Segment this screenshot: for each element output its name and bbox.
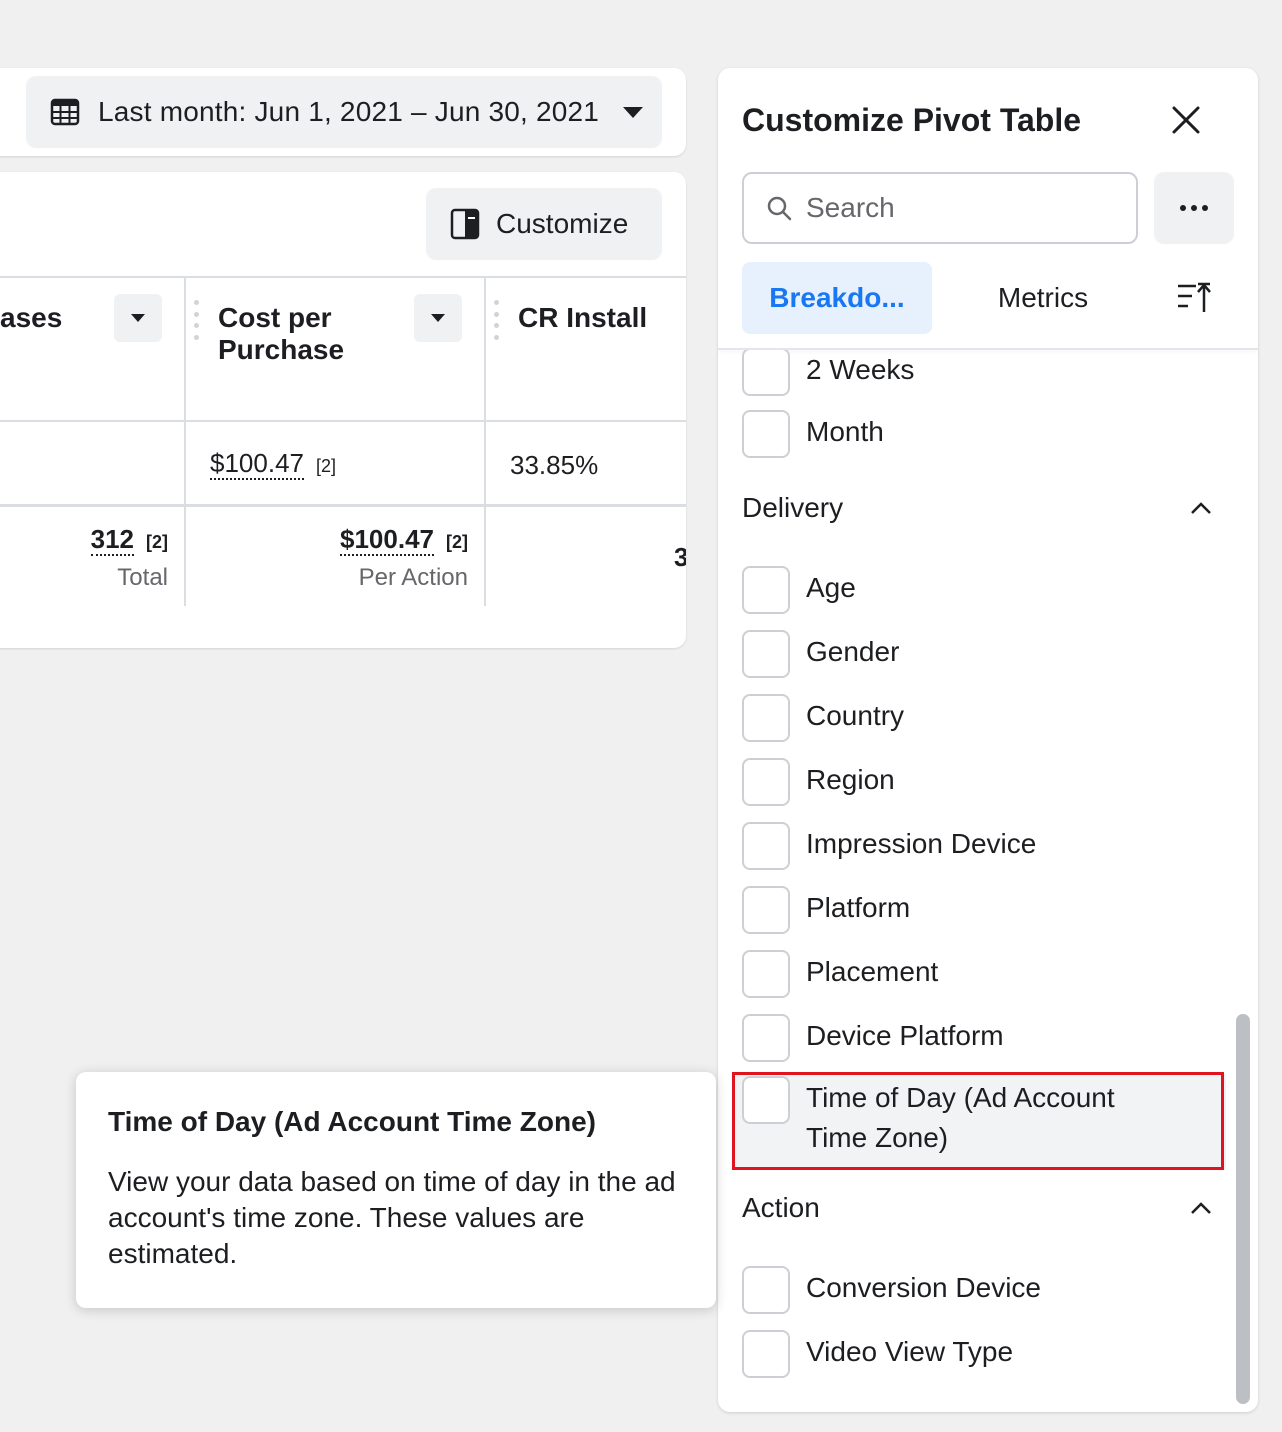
checkbox[interactable] <box>742 350 790 396</box>
option-label: Gender <box>806 636 900 667</box>
chevron-up-icon <box>1191 502 1211 514</box>
section-header-action[interactable]: Action <box>742 1192 1212 1224</box>
date-range-label: Last month: Jun 1, 2021 – Jun 30, 2021 <box>98 96 600 127</box>
option-label: Impression Device <box>806 828 1037 859</box>
date-range-card: Last month: Jun 1, 2021 – Jun 30, 2021 <box>0 68 686 156</box>
checkbox[interactable] <box>742 1014 790 1062</box>
option-label: Video View Type <box>806 1336 1014 1367</box>
option-label: 2 Weeks <box>806 354 915 385</box>
option-country[interactable]: Country <box>742 694 904 742</box>
checkbox[interactable] <box>742 1076 790 1124</box>
option-platform[interactable]: Platform <box>742 886 910 934</box>
column-menu-button-purchases[interactable] <box>114 294 162 342</box>
cost-total-reference-note: [2] <box>446 532 468 552</box>
option-label: Device Platform <box>806 1020 1004 1051</box>
column-header-cr-install[interactable]: CR Install <box>518 302 647 334</box>
search-input[interactable] <box>806 192 1106 224</box>
column-header-purchases[interactable]: ases <box>0 302 62 334</box>
header-bottom-divider <box>0 420 686 422</box>
columns-panel-icon <box>450 208 480 240</box>
checkbox[interactable] <box>742 822 790 870</box>
checkbox[interactable] <box>742 410 790 458</box>
search-icon <box>767 196 792 221</box>
tab-metrics[interactable]: Metrics <box>968 262 1118 334</box>
option-placement[interactable]: Placement <box>742 950 938 998</box>
checkbox[interactable] <box>742 1266 790 1314</box>
calendar-icon <box>50 98 80 126</box>
checkbox[interactable] <box>742 566 790 614</box>
breakdown-options-list: 2 Weeks Month Delivery Age Gender Countr… <box>718 350 1258 1412</box>
cr-install-value: 33.85% <box>510 450 599 480</box>
more-options-button[interactable] <box>1154 172 1234 244</box>
drag-handle-icon[interactable] <box>194 300 200 340</box>
option-month[interactable]: Month <box>742 410 884 458</box>
option-conversion-device[interactable]: Conversion Device <box>742 1266 1041 1314</box>
customize-label: Customize <box>496 208 629 239</box>
drag-handle-icon[interactable] <box>494 300 500 340</box>
customize-button[interactable]: Customize <box>426 188 662 260</box>
tab-breakdowns[interactable]: Breakdo... <box>742 262 932 334</box>
cost-per-purchase-cell: $100.47 [2] <box>210 448 336 480</box>
checkbox[interactable] <box>742 1330 790 1378</box>
tooltip-body: View your data based on time of day in t… <box>108 1166 676 1269</box>
section-header-delivery[interactable]: Delivery <box>742 492 1212 524</box>
tooltip-title: Time of Day (Ad Account Time Zone) <box>108 1106 596 1137</box>
close-icon[interactable] <box>1164 98 1208 142</box>
option-2-weeks[interactable]: 2 Weeks <box>742 350 914 396</box>
cost-total-caption: Per Action <box>358 564 468 591</box>
option-region[interactable]: Region <box>742 758 895 806</box>
option-label: Placement <box>806 956 939 987</box>
totals-divider <box>0 504 686 507</box>
search-field <box>742 172 1138 244</box>
option-label: Country <box>806 700 905 731</box>
option-age[interactable]: Age <box>742 566 856 614</box>
panel-title: Customize Pivot Table <box>742 102 1082 138</box>
header-top-divider <box>0 276 686 278</box>
checkbox[interactable] <box>742 950 790 998</box>
checkbox[interactable] <box>742 758 790 806</box>
purchases-total-value[interactable]: 312 <box>90 524 134 556</box>
option-label: Platform <box>806 892 911 923</box>
date-range-picker[interactable]: Last month: Jun 1, 2021 – Jun 30, 2021 <box>26 76 662 148</box>
option-label: Conversion Device <box>806 1272 1041 1303</box>
cost-total-cell: $100.47 [2] <box>340 524 468 556</box>
purchases-total-caption: Total <box>117 564 168 591</box>
purchases-total-cell: 312 [2] <box>90 524 168 556</box>
report-table-card: Customize ases Cost per Purchase CR Inst… <box>0 172 686 648</box>
cr-install-total-value: 3 <box>674 542 686 572</box>
sort-order-icon[interactable] <box>1174 278 1214 318</box>
scrollbar-thumb[interactable] <box>1236 1014 1250 1404</box>
column-header-cost-per-purchase[interactable]: Cost per Purchase <box>218 302 398 366</box>
option-gender[interactable]: Gender <box>742 630 899 678</box>
chevron-up-icon <box>1191 1202 1211 1214</box>
option-label: Age <box>806 572 856 603</box>
purchases-reference-note: [2] <box>146 532 168 552</box>
checkbox[interactable] <box>742 694 790 742</box>
cost-reference-note: [2] <box>315 456 336 476</box>
option-impression-device[interactable]: Impression Device <box>742 822 1036 870</box>
option-video-view-type[interactable]: Video View Type <box>742 1330 1013 1378</box>
column-divider <box>184 276 186 606</box>
option-label: Time of Day (Ad Account Time Zone) <box>806 1082 1115 1153</box>
option-label: Month <box>806 416 884 447</box>
cost-per-purchase-value[interactable]: $100.47 <box>210 448 304 480</box>
section-title: Delivery <box>742 492 844 523</box>
checkbox[interactable] <box>742 886 790 934</box>
section-title: Action <box>742 1192 820 1223</box>
option-time-of-day[interactable]: Time of Day (Ad Account Time Zone) <box>742 1076 1162 1158</box>
option-tooltip: Time of Day (Ad Account Time Zone) View … <box>76 1072 716 1308</box>
checkbox[interactable] <box>742 630 790 678</box>
option-label: Region <box>806 764 895 795</box>
chevron-down-icon <box>623 106 644 118</box>
option-device-platform[interactable]: Device Platform <box>742 1014 1004 1062</box>
column-menu-button-cost-per-purchase[interactable] <box>414 294 462 342</box>
cost-total-value[interactable]: $100.47 <box>340 524 434 556</box>
customize-pivot-panel: Customize Pivot Table Breakdo... Metrics… <box>718 68 1258 1412</box>
column-divider <box>484 276 486 606</box>
